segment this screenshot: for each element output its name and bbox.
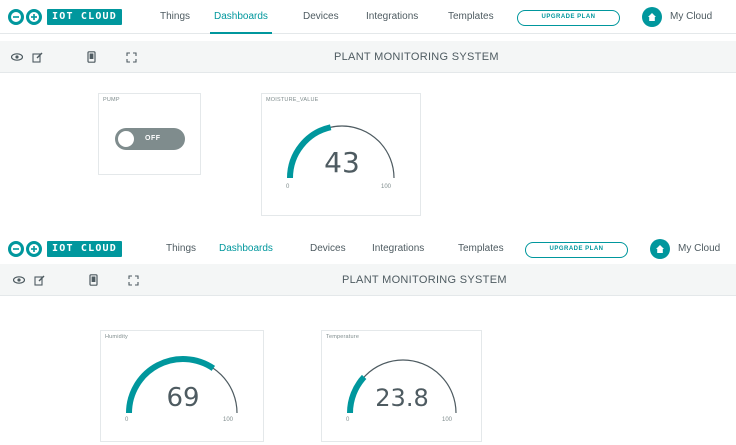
nav-things[interactable]: Things: [160, 0, 190, 34]
pump-widget: PUMP OFF: [98, 93, 201, 175]
nav-integrations[interactable]: Integrations: [366, 0, 418, 34]
dashboard-screen-bottom: IOT CLOUD Things Dashboards Devices Inte…: [0, 228, 736, 445]
logo-text: IOT CLOUD: [47, 241, 122, 257]
top-navbar: IOT CLOUD Things Dashboards Devices Inte…: [0, 232, 736, 266]
iot-cloud-logo[interactable]: IOT CLOUD: [6, 241, 122, 257]
moisture-value: 43: [324, 146, 360, 179]
nav-dashboards[interactable]: Dashboards: [210, 0, 272, 34]
arduino-logo-icon: [8, 241, 42, 257]
widget-title: Temperature: [326, 334, 360, 340]
dashboard-toolbar: PLANT MONITORING SYSTEM: [0, 41, 736, 73]
edit-icon[interactable]: [32, 273, 46, 287]
home-icon: [648, 13, 656, 21]
account-label[interactable]: My Cloud: [670, 0, 712, 34]
switch-state-label: OFF: [145, 135, 161, 142]
temperature-value: 23.8: [375, 384, 429, 412]
home-icon: [656, 245, 664, 253]
phone-icon[interactable]: [84, 50, 98, 64]
temperature-widget: Temperature 23.8 0 100: [321, 330, 482, 442]
dashboard-title: PLANT MONITORING SYSTEM: [342, 274, 507, 286]
cloud-account-avatar[interactable]: [642, 7, 662, 27]
nav-templates[interactable]: Templates: [448, 0, 494, 34]
nav-templates[interactable]: Templates: [458, 232, 504, 266]
nav-devices[interactable]: Devices: [310, 232, 346, 266]
fullscreen-icon[interactable]: [124, 50, 138, 64]
eye-icon[interactable]: [10, 50, 24, 64]
upgrade-plan-button[interactable]: UPGRADE PLAN: [525, 242, 628, 258]
top-navbar: IOT CLOUD Things Dashboards Devices Inte…: [0, 0, 736, 34]
fullscreen-icon[interactable]: [126, 273, 140, 287]
upgrade-plan-button[interactable]: UPGRADE PLAN: [517, 10, 620, 26]
eye-icon[interactable]: [12, 273, 26, 287]
cloud-account-avatar[interactable]: [650, 239, 670, 259]
gauge-min-label: 0: [125, 417, 129, 423]
gauge-min-label: 0: [286, 184, 290, 190]
gauge-max-label: 100: [381, 184, 392, 190]
humidity-widget: Humidity 69 0 100: [100, 330, 264, 442]
gauge-max-label: 100: [442, 417, 453, 423]
widget-title: Humidity: [105, 334, 128, 340]
widget-title: MOISTURE_VALUE: [266, 97, 319, 103]
humidity-value: 69: [166, 383, 200, 413]
dashboard-title: PLANT MONITORING SYSTEM: [334, 51, 499, 63]
switch-knob: [118, 131, 134, 147]
dashboard-screen-top: IOT CLOUD Things Dashboards Devices Inte…: [0, 0, 736, 222]
arduino-logo-icon: [8, 9, 42, 25]
dashboard-toolbar: PLANT MONITORING SYSTEM: [0, 264, 736, 296]
nav-things[interactable]: Things: [166, 232, 196, 266]
nav-integrations[interactable]: Integrations: [372, 232, 424, 266]
gauge-min-label: 0: [346, 417, 350, 423]
edit-icon[interactable]: [30, 50, 44, 64]
logo-text: IOT CLOUD: [47, 9, 122, 25]
iot-cloud-logo[interactable]: IOT CLOUD: [6, 9, 122, 25]
pump-switch[interactable]: OFF: [115, 128, 185, 150]
moisture-widget: MOISTURE_VALUE 43 0 100: [261, 93, 421, 216]
gauge-max-label: 100: [223, 417, 234, 423]
widget-title: PUMP: [103, 97, 120, 103]
account-label[interactable]: My Cloud: [678, 232, 720, 266]
nav-dashboards[interactable]: Dashboards: [215, 232, 277, 266]
nav-devices[interactable]: Devices: [303, 0, 339, 34]
phone-icon[interactable]: [86, 273, 100, 287]
